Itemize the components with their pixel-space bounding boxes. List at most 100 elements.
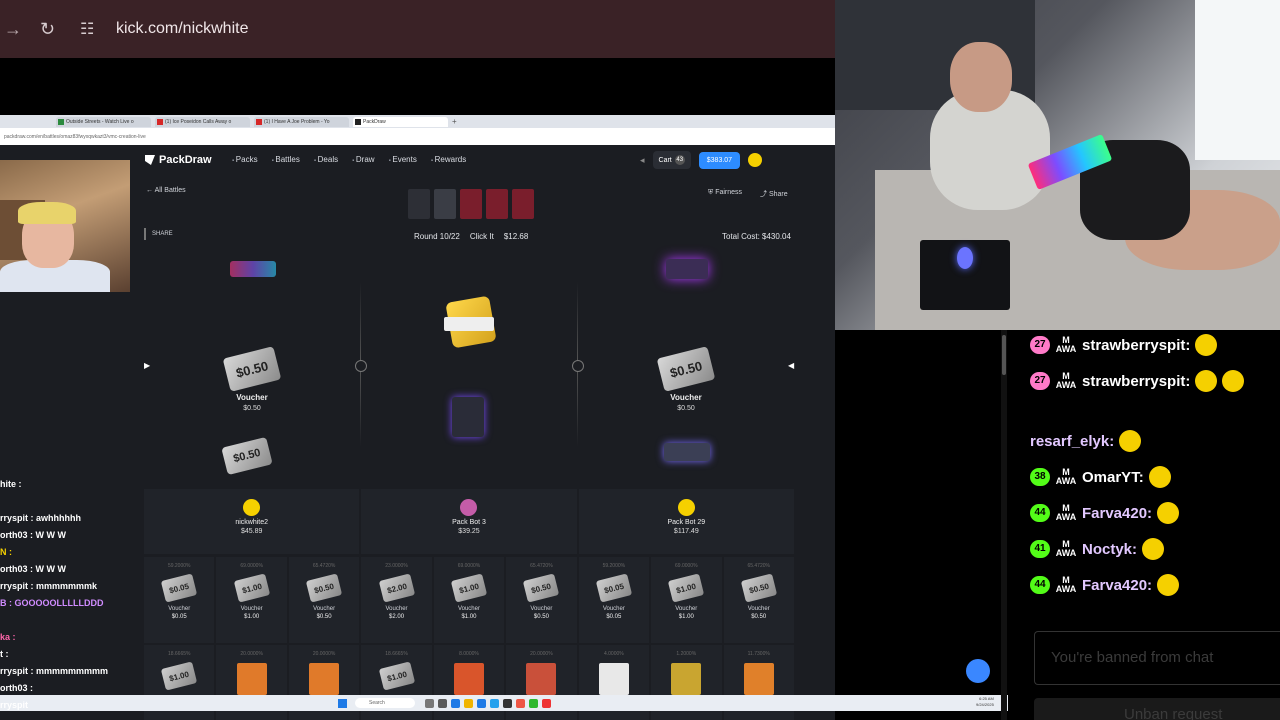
player-value: $45.89	[240, 528, 263, 535]
keyboard-item	[664, 443, 710, 461]
result-cell[interactable]: 65.4720% $0.50 Voucher $0.50	[288, 557, 360, 643]
voucher-image: $0.50	[523, 573, 560, 603]
result-cell[interactable]: 23.0000% $2.00 Voucher $2.00	[361, 557, 432, 643]
inner-tab-active[interactable]: PackDraw	[353, 116, 448, 127]
card-image	[598, 663, 629, 695]
forward-arrow-icon[interactable]: →	[4, 19, 34, 40]
app-icon[interactable]	[438, 699, 447, 708]
app-icon[interactable]	[425, 699, 434, 708]
result-value: $1.00	[244, 614, 260, 620]
guest-webcam	[0, 160, 130, 292]
reload-icon[interactable]: ↻	[40, 19, 70, 40]
round-info: Round 10/22 Click It $12.68	[414, 232, 528, 241]
nav-events[interactable]: Events	[389, 155, 416, 164]
mcdonalds-badge-icon: M AWA	[1055, 575, 1077, 594]
voucher-image: $2.00	[378, 573, 415, 603]
pack-thumb[interactable]	[408, 189, 430, 219]
app-icon[interactable]	[542, 699, 551, 708]
subscriber-badge: 41	[1030, 540, 1050, 558]
nav-packs[interactable]: Packs	[232, 155, 258, 164]
balance-button[interactable]: $383.07	[698, 151, 741, 169]
inner-tab[interactable]: (1) Ice Poseidon Calls Away o	[155, 116, 250, 127]
result-cell[interactable]: 65.4720% $0.50 Voucher $0.50	[723, 557, 794, 643]
app-icon[interactable]	[451, 699, 460, 708]
nav-rewards[interactable]: Rewards	[431, 155, 467, 164]
user-avatar[interactable]	[748, 153, 763, 167]
pack-thumb[interactable]	[512, 189, 534, 219]
card-image	[453, 663, 484, 695]
chat-username[interactable]: resarf_elyk:	[1030, 433, 1114, 450]
unban-request-button[interactable]: Unban request	[1034, 698, 1280, 720]
new-tab-icon[interactable]: +	[452, 117, 457, 126]
fairness-link[interactable]: ⛨ Fairness	[708, 189, 742, 197]
pack-thumb[interactable]	[434, 189, 456, 219]
youtube-icon	[157, 118, 163, 125]
result-cell[interactable]: 69.0000% $1.00 Voucher $1.00	[433, 557, 505, 643]
packdraw-icon	[355, 118, 361, 125]
app-icon[interactable]	[529, 699, 538, 708]
chat-username[interactable]: strawberryspit:	[1082, 373, 1190, 390]
chat-message: orth03 : W W W	[0, 564, 66, 574]
player-card[interactable]: Pack Bot 29 $117.49	[578, 489, 794, 554]
chat-scrollbar[interactable]	[1001, 330, 1007, 720]
result-odds: 18.6665%	[385, 651, 408, 657]
site-settings-icon[interactable]: ☷	[80, 19, 104, 39]
chat-input-banned: You're banned from chat	[1034, 631, 1280, 685]
result-odds: 20.0000%	[240, 651, 263, 657]
result-value: $2.00	[389, 614, 405, 620]
pack-name: Click It	[469, 232, 494, 241]
card-image	[309, 663, 340, 695]
emote-icon	[1195, 370, 1218, 392]
chat-scroll-thumb[interactable]	[1002, 335, 1006, 375]
mcdonalds-badge-icon: M AWA	[1055, 371, 1077, 390]
result-cell[interactable]: 69.0000% $1.00 Voucher $1.00	[651, 557, 722, 643]
inner-tab[interactable]: (1) I Have A Joe Problem - Yo	[254, 116, 349, 127]
url-text[interactable]: kick.com/nickwhite	[116, 20, 248, 38]
chat-username[interactable]: Farva420:	[1082, 505, 1152, 522]
pack-strip	[408, 189, 534, 219]
chrome-icon[interactable]	[516, 699, 525, 708]
emote-icon	[1157, 574, 1180, 596]
pack-thumb[interactable]	[486, 189, 508, 219]
chat-bubble-button[interactable]	[966, 659, 990, 683]
card-image	[671, 663, 702, 695]
result-cell[interactable]: 69.0000% $1.00 Voucher $1.00	[216, 557, 287, 643]
result-cell[interactable]: 59.2000% $0.05 Voucher $0.05	[578, 557, 650, 643]
face	[950, 42, 1012, 112]
folder-icon[interactable]	[464, 699, 473, 708]
chat-username[interactable]: Farva420:	[1082, 577, 1152, 594]
packdraw-logo[interactable]: PackDraw	[145, 154, 212, 166]
chat-username[interactable]: strawberryspit:	[1082, 337, 1190, 354]
result-odds: 65.4720%	[747, 563, 770, 569]
pack-thumb[interactable]	[460, 189, 482, 219]
cart-button[interactable]: Cart 43	[652, 151, 691, 169]
chat-username[interactable]: Noctyk:	[1082, 541, 1137, 558]
taskbar-apps	[425, 699, 551, 708]
share-link[interactable]: ⤴ Share	[760, 189, 788, 199]
nav-battles[interactable]: Battles	[272, 155, 299, 164]
player-name: Pack Bot 3	[452, 519, 486, 526]
result-name: Voucher	[457, 606, 480, 612]
result-cell[interactable]: 65.4720% $0.50 Voucher $0.50	[506, 557, 577, 643]
share-label[interactable]: SHARE	[144, 228, 173, 240]
chat-username[interactable]: OmarYT:	[1082, 469, 1144, 486]
results-row: 59.2000% $0.05 Voucher $0.05 69.0000% $1.00 Vo…	[144, 557, 794, 643]
tab-favicon-icon	[58, 118, 64, 125]
speaker-icon[interactable]: ◂	[640, 155, 645, 166]
app-icon[interactable]	[490, 699, 499, 708]
inner-address-bar[interactable]: packdraw.com/en/battles/omaz83fwyxqwkazt…	[0, 128, 835, 145]
player-card[interactable]: nickwhite2 $45.89	[144, 489, 360, 554]
result-cell[interactable]: 59.2000% $0.05 Voucher $0.05	[144, 557, 215, 643]
player-card[interactable]: Pack Bot 3 $39.25	[361, 489, 577, 554]
all-battles-link[interactable]: ← All Battles	[146, 187, 186, 194]
nav-draw[interactable]: Draw	[352, 155, 375, 164]
nav-deals[interactable]: Deals	[314, 155, 338, 164]
windows-start-icon[interactable]	[338, 699, 347, 708]
app-icon[interactable]	[477, 699, 486, 708]
voucher-image: $1.00	[161, 661, 198, 691]
taskbar-search[interactable]: Search	[355, 698, 415, 708]
app-icon[interactable]	[503, 699, 512, 708]
inner-tab[interactable]: Outside Streets - Watch Live o	[56, 116, 151, 127]
result-name: Voucher	[602, 606, 625, 612]
chat-message: t :	[0, 649, 9, 659]
